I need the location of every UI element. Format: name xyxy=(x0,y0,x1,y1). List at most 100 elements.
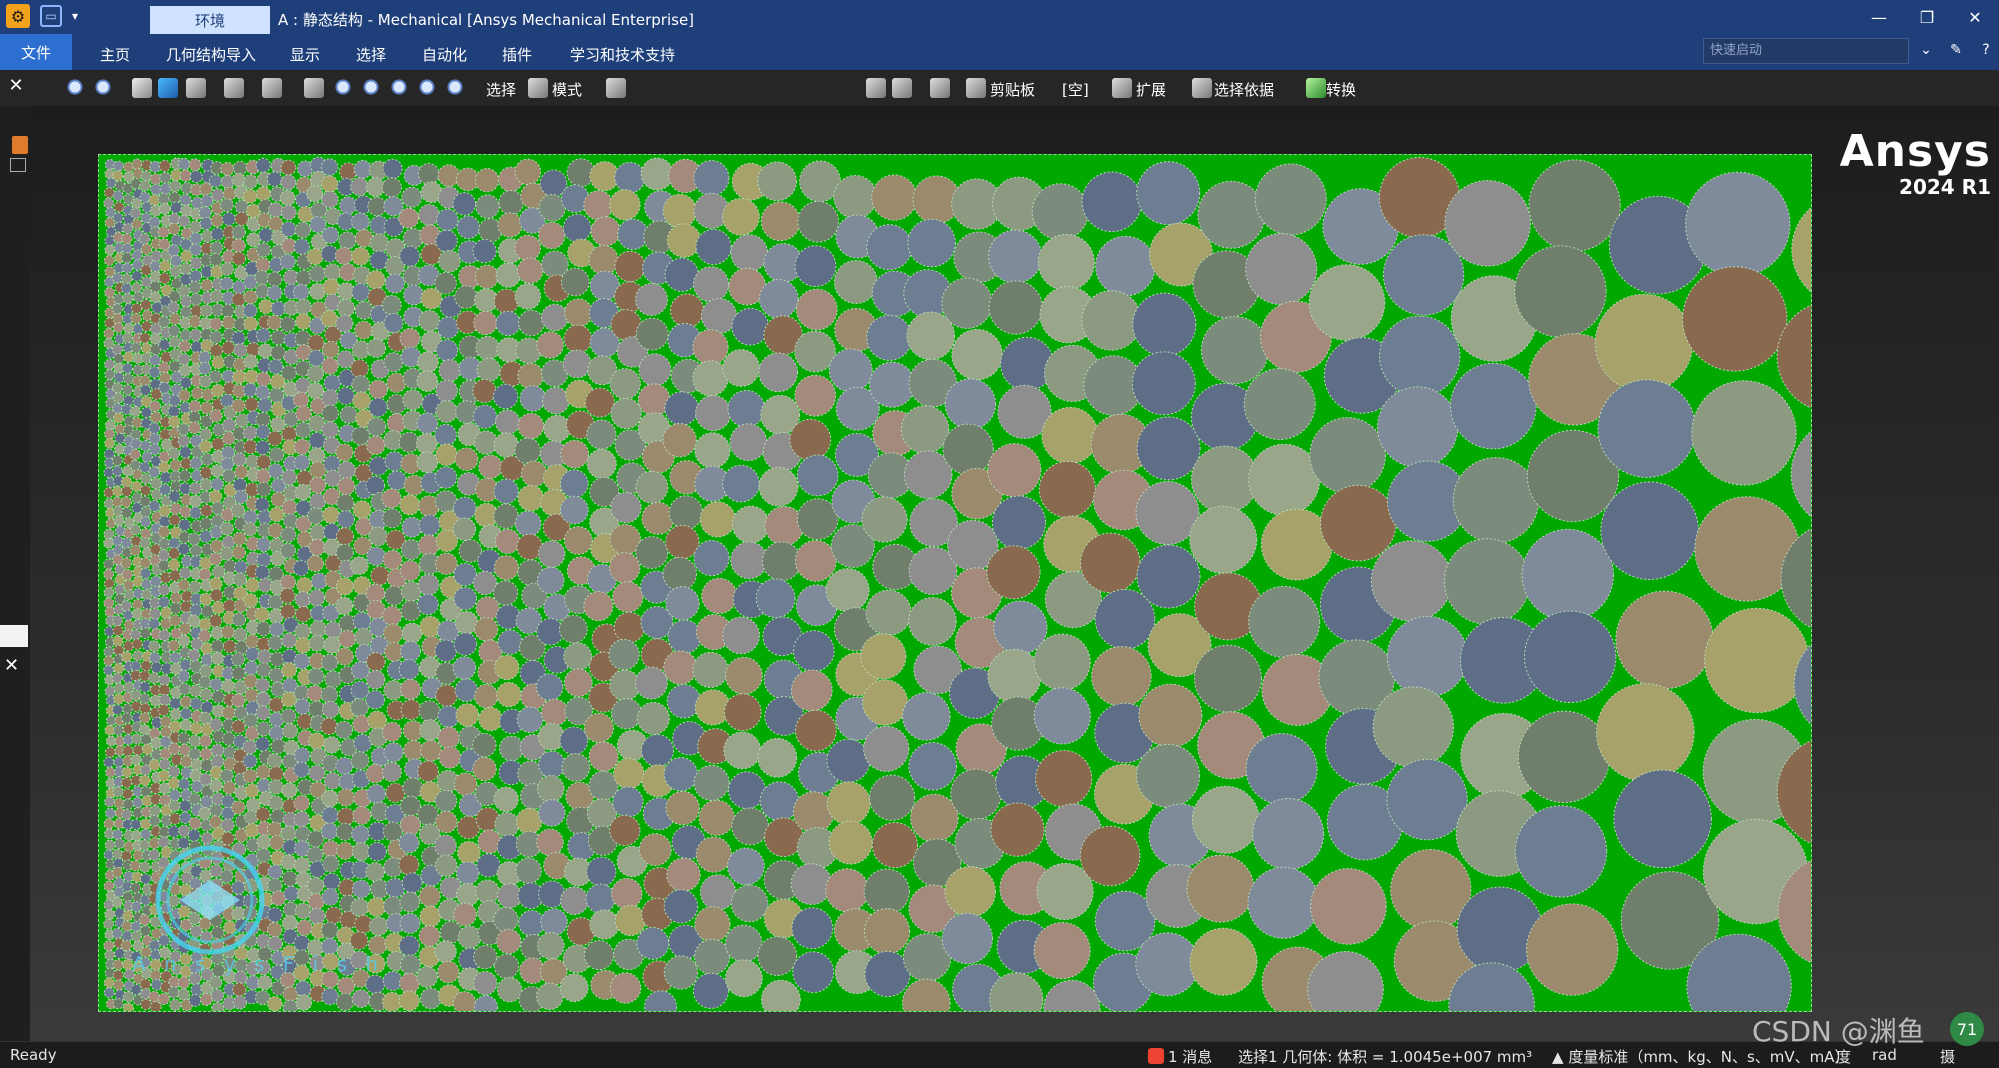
particle-circle xyxy=(399,560,421,582)
pin-icon[interactable] xyxy=(1192,78,1212,98)
select-vertex-icon[interactable] xyxy=(606,78,626,98)
particle-circle xyxy=(209,577,223,591)
zoom-fit-icon[interactable] xyxy=(362,78,382,98)
particle-circle xyxy=(104,949,116,961)
cube-icon[interactable] xyxy=(132,78,152,98)
copy-view-icon[interactable] xyxy=(224,78,244,98)
quick-launch-input[interactable]: 快速启动 xyxy=(1703,38,1909,64)
tab-plugins[interactable]: 插件 xyxy=(502,44,532,65)
particle-circle xyxy=(149,607,162,620)
particle-circle xyxy=(281,915,298,932)
particle-circle xyxy=(209,717,223,732)
pan-icon[interactable] xyxy=(304,78,324,98)
particle-circle xyxy=(435,400,458,423)
save-icon[interactable]: ▭ xyxy=(40,5,62,27)
restore-icon[interactable]: ❐ xyxy=(1903,0,1951,34)
tab-geometry-import[interactable]: 几何结构导入 xyxy=(166,44,256,65)
comment-icon[interactable] xyxy=(892,78,912,98)
close-icon[interactable]: ✕ xyxy=(4,655,19,676)
tab-selection[interactable]: 选择 xyxy=(356,44,386,65)
tab-file[interactable]: 文件 xyxy=(0,34,72,70)
particle-circle xyxy=(149,280,162,293)
particle-circle xyxy=(1320,484,1397,562)
particle-circle xyxy=(168,788,182,802)
convert-dropdown[interactable]: 转换 xyxy=(1326,79,1356,100)
tab-learning-support[interactable]: 学习和技术支持 xyxy=(570,44,675,65)
clipboard-icon[interactable] xyxy=(966,78,986,98)
zoom-previous-icon[interactable] xyxy=(418,78,438,98)
particle-circle xyxy=(131,281,143,294)
particle-circle xyxy=(401,186,423,208)
chevron-down-icon[interactable]: ⌄ xyxy=(1916,40,1936,60)
particle-circle xyxy=(157,225,170,239)
tab-home[interactable]: 主页 xyxy=(100,44,130,65)
particle-circle xyxy=(381,488,402,509)
mode-dropdown[interactable]: 模式 xyxy=(552,79,582,100)
help-icon[interactable]: ? xyxy=(1976,40,1996,60)
context-tab-environment[interactable]: 环境 xyxy=(150,6,270,34)
particle-circle xyxy=(177,976,191,989)
select-by-dropdown[interactable]: 选择依据 xyxy=(1214,79,1274,100)
particle-circle xyxy=(130,700,142,712)
zoom-box-icon[interactable] xyxy=(334,78,354,98)
annotation-icon[interactable] xyxy=(866,78,886,98)
particle-circle xyxy=(1079,825,1141,887)
particle-circle xyxy=(188,816,202,830)
particle-circle xyxy=(121,507,133,519)
convert-icon[interactable] xyxy=(1306,78,1326,98)
particle-circle xyxy=(158,693,171,707)
messages-button[interactable]: 1 消息 xyxy=(1148,1046,1212,1067)
particle-circle xyxy=(833,260,878,304)
zoom-next-icon[interactable] xyxy=(446,78,466,98)
particle-circle xyxy=(129,405,142,418)
particle-circle xyxy=(833,175,878,219)
zoom-in-icon[interactable] xyxy=(66,78,86,98)
particle-circle xyxy=(437,726,461,750)
minimize-icon[interactable]: — xyxy=(1855,0,1903,34)
zoom-out-icon[interactable] xyxy=(94,78,114,98)
shaded-cube-icon[interactable] xyxy=(158,78,178,98)
qat-dropdown-icon[interactable]: ▾ xyxy=(72,9,78,23)
particle-circle xyxy=(398,207,420,229)
tab-automation[interactable]: 自动化 xyxy=(422,44,467,65)
watermark-text: A n s y s F i s h xyxy=(132,952,385,976)
particle-circle xyxy=(112,615,124,627)
particle-circle xyxy=(987,443,1042,498)
particle-circle xyxy=(563,324,593,354)
clipboard-dropdown[interactable]: 剪贴板 xyxy=(990,79,1035,100)
particle-circle xyxy=(221,445,235,460)
particle-circle xyxy=(188,747,202,761)
collapsed-panel[interactable] xyxy=(0,625,28,647)
particle-circle xyxy=(496,928,522,955)
outline-icon[interactable] xyxy=(12,136,28,154)
graphics-toolbar: ✕ 选择 模式 剪贴板 [空] 扩展 选择依据 转换 xyxy=(0,70,1999,107)
particle-circle xyxy=(871,822,919,869)
tab-display[interactable]: 显示 xyxy=(290,44,320,65)
close-icon[interactable]: ✕ xyxy=(4,74,28,98)
app-icon[interactable]: ⚙ xyxy=(6,4,30,28)
select-label[interactable]: 选择 xyxy=(486,79,516,100)
particle-circle xyxy=(589,909,620,940)
particle-circle xyxy=(188,158,202,172)
geometry-model[interactable] xyxy=(98,154,1812,1012)
temperature-unit[interactable]: 摄 xyxy=(1940,1046,1955,1067)
particle-circle xyxy=(177,352,191,366)
tree-icon[interactable] xyxy=(10,158,26,172)
particle-circle xyxy=(105,714,117,726)
feedback-icon[interactable]: ✎ xyxy=(1946,40,1966,60)
particle-circle xyxy=(189,269,203,283)
particle-circle xyxy=(148,443,161,456)
particle-circle xyxy=(199,504,214,518)
particle-circle xyxy=(634,666,668,700)
display-edges-icon[interactable] xyxy=(186,78,206,98)
close-window-icon[interactable]: ✕ xyxy=(1951,0,1999,34)
chart-icon[interactable] xyxy=(930,78,950,98)
rotate-icon[interactable] xyxy=(262,78,282,98)
particle-circle xyxy=(382,549,403,570)
cursor-icon[interactable] xyxy=(528,78,548,98)
zoom-selection-icon[interactable] xyxy=(390,78,410,98)
particle-circle xyxy=(293,810,310,828)
particle-circle xyxy=(493,503,519,529)
extend-icon[interactable] xyxy=(1112,78,1132,98)
extend-dropdown[interactable]: 扩展 xyxy=(1136,79,1166,100)
